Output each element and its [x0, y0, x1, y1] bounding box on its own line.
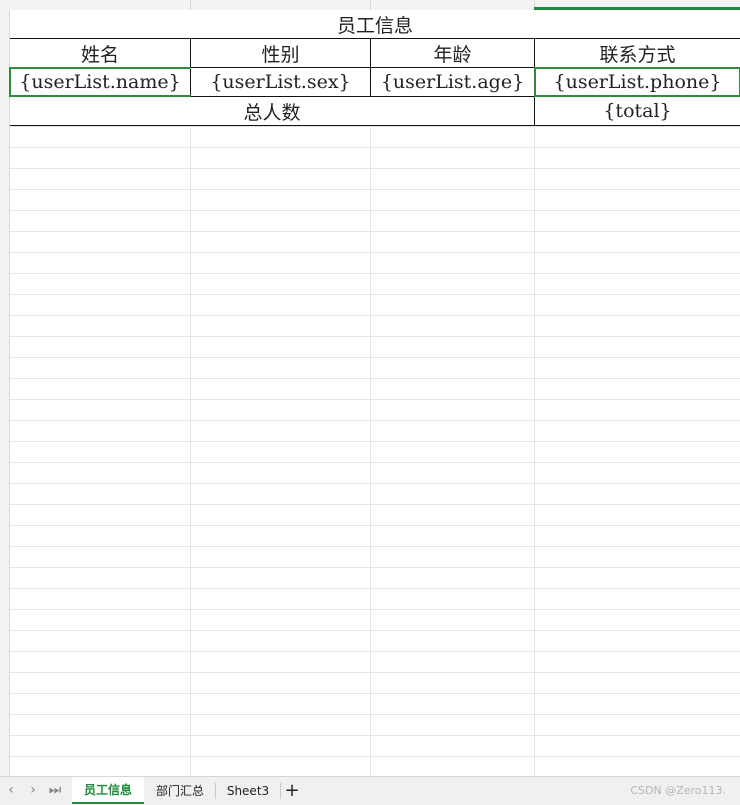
gridline-horizontal: [10, 630, 740, 631]
sheet-tab-employee-info[interactable]: 员工信息: [72, 777, 144, 804]
gridline-horizontal: [10, 651, 740, 652]
gridline-horizontal: [10, 210, 740, 211]
header-cell-sex[interactable]: 性别: [190, 38, 371, 68]
column-separator: [190, 0, 191, 10]
sheet-tab-sheet3[interactable]: Sheet3: [218, 777, 278, 804]
gridline-horizontal: [10, 378, 740, 379]
gridline-horizontal: [10, 483, 740, 484]
watermark-text: CSDN @Zero113.: [630, 784, 726, 797]
tab-scroll-last-icon[interactable]: ⏭: [48, 782, 62, 798]
total-value-cell[interactable]: {total}: [534, 96, 740, 126]
gridline-horizontal: [10, 567, 740, 568]
gridline-horizontal: [10, 231, 740, 232]
gridline-horizontal: [10, 273, 740, 274]
add-sheet-icon[interactable]: +: [284, 780, 300, 801]
gridline-horizontal: [10, 441, 740, 442]
gridline-horizontal: [10, 336, 740, 337]
gridline-horizontal: [10, 714, 740, 715]
column-separator: [370, 0, 371, 10]
gridline-horizontal: [10, 294, 740, 295]
tab-scroll-left-icon[interactable]: ‹: [4, 782, 18, 798]
gridline-horizontal: [10, 252, 740, 253]
gridline-horizontal: [10, 126, 740, 127]
gridline-horizontal: [10, 735, 740, 736]
cell-selection-outline: [9, 67, 191, 97]
gridline-horizontal: [10, 588, 740, 589]
header-cell-phone[interactable]: 联系方式: [534, 38, 740, 68]
tab-scroll-right-icon[interactable]: ›: [26, 782, 40, 798]
active-cell-outline: [534, 67, 740, 97]
header-cell-age[interactable]: 年龄: [370, 38, 535, 68]
gridline-horizontal: [10, 357, 740, 358]
gridline-horizontal: [10, 693, 740, 694]
gridline-horizontal: [10, 609, 740, 610]
gridline-horizontal: [10, 525, 740, 526]
gridline-horizontal: [10, 672, 740, 673]
sheet-title-cell[interactable]: 员工信息: [10, 10, 740, 39]
header-cell-name[interactable]: 姓名: [10, 38, 191, 68]
sheet-tab-department-summary[interactable]: 部门汇总: [146, 777, 214, 804]
template-cell-sex[interactable]: {userList.sex}: [190, 67, 371, 97]
tab-separator: [215, 783, 216, 799]
gridline-horizontal: [10, 168, 740, 169]
gridline-horizontal: [10, 315, 740, 316]
gridline-horizontal: [10, 147, 740, 148]
gridline-horizontal: [10, 504, 740, 505]
gridline-horizontal: [10, 420, 740, 421]
gridline-horizontal: [10, 756, 740, 757]
tab-separator: [280, 783, 281, 799]
row-header-strip: [0, 10, 10, 776]
gridline-horizontal: [10, 462, 740, 463]
template-cell-age[interactable]: {userList.age}: [370, 67, 535, 97]
gridline-horizontal: [10, 399, 740, 400]
gridline-horizontal: [10, 189, 740, 190]
sheet-tabs-bar: ‹ › ⏭ 员工信息 部门汇总 Sheet3 + CSDN @Zero113.: [0, 776, 740, 805]
gridline-horizontal: [10, 546, 740, 547]
total-label-cell[interactable]: 总人数: [10, 96, 535, 126]
